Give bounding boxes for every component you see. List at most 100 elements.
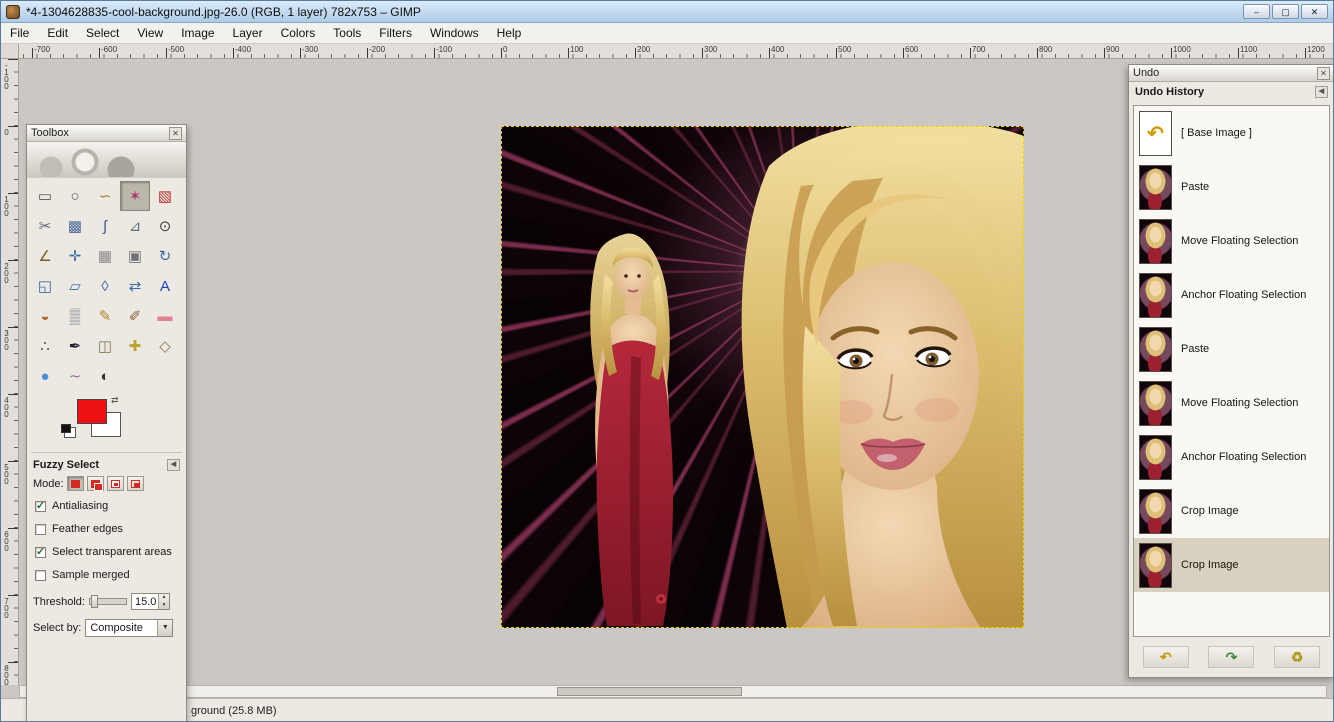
tool-fuzzy-select[interactable]: ✶	[120, 181, 150, 211]
undo-history-item[interactable]: Paste	[1134, 160, 1329, 214]
mode-subtract-button[interactable]	[106, 476, 124, 491]
tool-options-title: Fuzzy Select	[33, 459, 100, 471]
tool-pencil[interactable]: ✎	[90, 301, 120, 331]
horizontal-ruler[interactable]: -700 -600 -500 -400 -300 -200 -100 0 100 200 300 40…	[19, 44, 1333, 59]
undo-history-item[interactable]: ↶[ Base Image ]	[1134, 106, 1329, 160]
horizontal-scrollbar[interactable]	[19, 685, 1327, 698]
menu-edit[interactable]: Edit	[38, 23, 77, 44]
canvas-image[interactable]	[501, 126, 1024, 628]
tool-ellipse-select[interactable]: ○	[60, 181, 90, 211]
undo-history-item[interactable]: Move Floating Selection	[1134, 376, 1329, 430]
undo-history-header: Undo History ◀	[1129, 82, 1333, 100]
tool-scale[interactable]: ◱	[30, 271, 60, 301]
tool-ink[interactable]: ✒	[60, 331, 90, 361]
tool-color-picker[interactable]: ⊿	[120, 211, 150, 241]
toolbox-title-bar[interactable]: Toolbox ✕	[27, 125, 186, 142]
menu-windows[interactable]: Windows	[421, 23, 488, 44]
spin-buttons: ▲ ▼	[157, 594, 169, 610]
slider-handle[interactable]	[90, 595, 98, 608]
tool-select-by-color[interactable]: ▧	[150, 181, 180, 211]
mode-buttons	[66, 476, 144, 491]
tool-bucket-fill[interactable]: ◒	[30, 301, 60, 331]
tool-foreground-select[interactable]: ▩	[60, 211, 90, 241]
checkbox[interactable]	[35, 569, 46, 581]
checkbox[interactable]: ✓	[35, 500, 46, 512]
panel-menu-button[interactable]: ◀	[167, 459, 180, 471]
spin-up-icon[interactable]: ▲	[159, 594, 169, 602]
menu-filters[interactable]: Filters	[370, 23, 421, 44]
tool-scissors-select[interactable]: ✂	[30, 211, 60, 241]
undo-history-item[interactable]: Crop Image	[1134, 484, 1329, 538]
checkbox[interactable]	[35, 523, 46, 535]
threshold-spinbox[interactable]: 15.0 ▲ ▼	[130, 593, 170, 610]
tool-blur-sharpen[interactable]: ●	[30, 361, 60, 391]
menu-help[interactable]: Help	[488, 23, 531, 44]
smudge-icon: ∼	[68, 368, 82, 385]
tool-dodge-burn[interactable]: ◐	[90, 361, 120, 391]
tool-text[interactable]: A	[150, 271, 180, 301]
menu-file[interactable]: File	[1, 23, 38, 44]
swap-colors-icon[interactable]: ⇄	[111, 395, 119, 406]
tool-move[interactable]: ✛	[60, 241, 90, 271]
mode-add-button[interactable]	[86, 476, 104, 491]
close-icon[interactable]: ✕	[1317, 66, 1330, 80]
tool-shear[interactable]: ▱	[60, 271, 90, 301]
redo-button[interactable]: ↷	[1208, 646, 1255, 668]
default-colors-icon[interactable]	[61, 424, 71, 433]
close-icon[interactable]: ✕	[169, 126, 182, 140]
zoom-icon: ⊙	[158, 218, 172, 235]
mode-replace-button[interactable]	[66, 476, 84, 491]
tool-free-select[interactable]: ∽	[90, 181, 120, 211]
undo-history-item[interactable]: Crop Image	[1134, 538, 1329, 592]
tool-flip[interactable]: ⇄	[120, 271, 150, 301]
tool-paintbrush[interactable]: ✐	[120, 301, 150, 331]
tool-crop[interactable]: ▣	[120, 241, 150, 271]
scrollbar-thumb[interactable]	[557, 687, 742, 696]
vertical-ruler[interactable]: -100 0 100 200 300 400 500 600 700 800	[1, 59, 19, 685]
undo-history-item[interactable]: Move Floating Selection	[1134, 214, 1329, 268]
tool-eraser[interactable]: ▬	[150, 301, 180, 331]
title-bar[interactable]: *4-1304628835-cool-background.jpg-26.0 (…	[1, 1, 1333, 23]
undo-history-item[interactable]: Anchor Floating Selection	[1134, 268, 1329, 322]
tool-rotate[interactable]: ↻	[150, 241, 180, 271]
menu-view[interactable]: View	[128, 23, 172, 44]
select-by-label: Select by:	[33, 622, 82, 634]
clear-undo-history-button[interactable]: ♻	[1274, 646, 1321, 668]
threshold-value[interactable]: 15.0	[132, 594, 158, 609]
tool-blend[interactable]: ▒	[60, 301, 90, 331]
tool-measure[interactable]: ∠	[30, 241, 60, 271]
undo-history-item[interactable]: Paste	[1134, 322, 1329, 376]
tool-clone[interactable]: ◫	[90, 331, 120, 361]
tool-smudge[interactable]: ∼	[60, 361, 90, 391]
tool-zoom[interactable]: ⊙	[150, 211, 180, 241]
undo-button[interactable]: ↶	[1142, 646, 1189, 668]
minimize-button[interactable]: –	[1243, 4, 1270, 19]
mode-intersect-button[interactable]	[126, 476, 144, 491]
maximize-button[interactable]: ▢	[1272, 4, 1299, 19]
close-button[interactable]: ✕	[1301, 4, 1328, 19]
menu-layer[interactable]: Layer	[224, 23, 272, 44]
ruler-origin-button[interactable]	[1, 44, 19, 59]
undo-history-item[interactable]: Anchor Floating Selection	[1134, 430, 1329, 484]
tool-align[interactable]: ▦	[90, 241, 120, 271]
undo-title-bar[interactable]: Undo ✕	[1129, 65, 1333, 82]
threshold-slider[interactable]	[88, 595, 127, 608]
menu-tools[interactable]: Tools	[324, 23, 370, 44]
menu-image[interactable]: Image	[172, 23, 223, 44]
crop-icon: ▣	[127, 248, 143, 265]
ink-icon: ✒	[68, 338, 82, 355]
tool-rectangle-select[interactable]: ▭	[30, 181, 60, 211]
spin-down-icon[interactable]: ▼	[159, 602, 169, 610]
tool-perspective[interactable]: ◊	[90, 271, 120, 301]
tool-airbrush[interactable]: ∴	[30, 331, 60, 361]
checkbox[interactable]: ✓	[35, 546, 46, 558]
tool-heal[interactable]: ✚	[120, 331, 150, 361]
menu-select[interactable]: Select	[77, 23, 128, 44]
chevron-down-icon[interactable]: ▼	[157, 620, 173, 636]
select-by-dropdown[interactable]: Composite ▼	[85, 619, 174, 637]
menu-colors[interactable]: Colors	[272, 23, 325, 44]
foreground-color-swatch[interactable]	[77, 399, 107, 424]
panel-menu-button[interactable]: ◀	[1315, 86, 1328, 98]
tool-perspective-clone[interactable]: ◇	[150, 331, 180, 361]
tool-paths[interactable]: ʃ	[90, 211, 120, 241]
